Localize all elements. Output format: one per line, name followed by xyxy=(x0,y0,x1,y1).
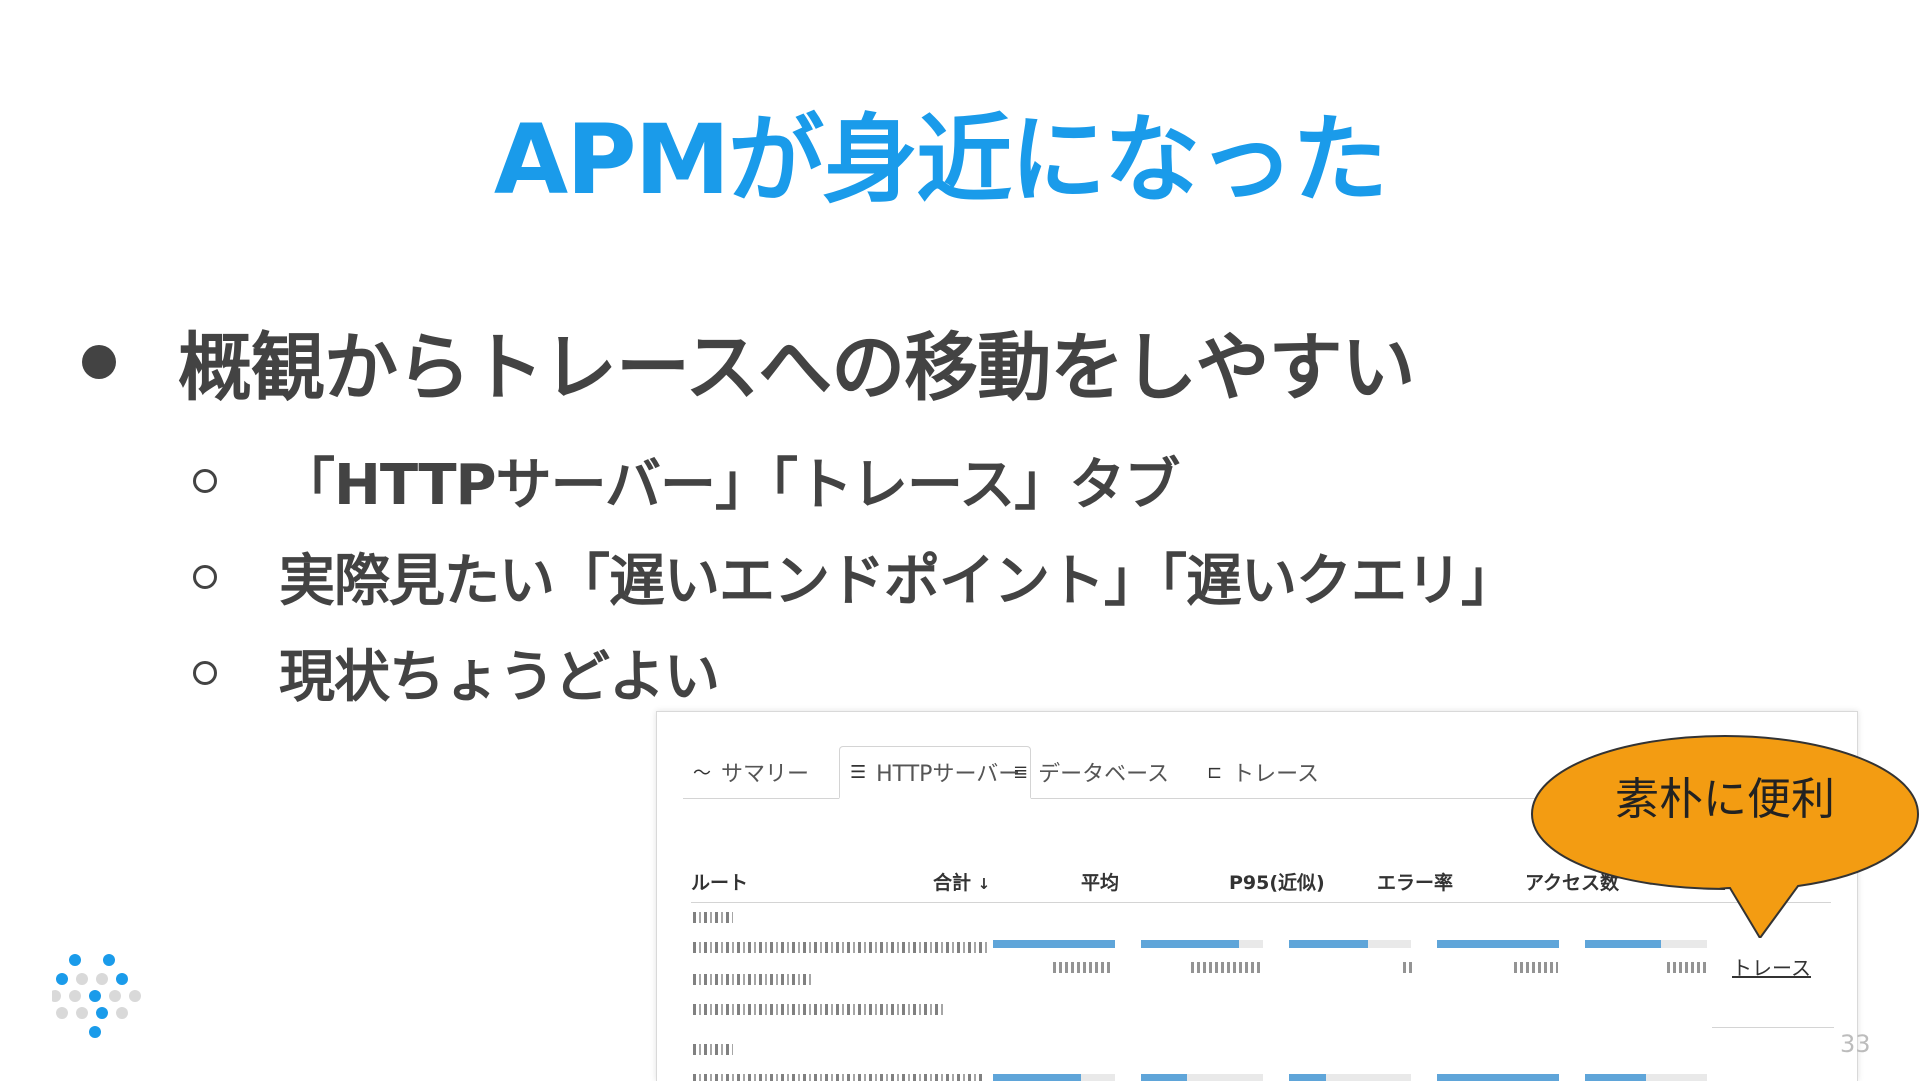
redacted-number xyxy=(1514,962,1558,973)
bar-fill xyxy=(1437,940,1559,948)
bar-fill xyxy=(1289,940,1369,948)
bullet-dot-icon xyxy=(82,344,116,379)
database-icon: ≣ xyxy=(1013,761,1029,783)
col-header-total-label: 合計 xyxy=(933,872,972,894)
callout-bubble xyxy=(1530,734,1920,938)
page-number: 33 xyxy=(1840,1030,1871,1058)
bar-fill xyxy=(993,940,1115,948)
tab-trace[interactable]: ⊏ トレース xyxy=(1197,746,1329,798)
col-header-total[interactable]: 合計 ↓ xyxy=(933,868,990,895)
trace-link[interactable]: トレース xyxy=(1732,952,1811,981)
redacted-number xyxy=(1403,962,1413,973)
sub-bullet-circle-icon xyxy=(193,468,217,493)
callout-text: 素朴に便利 xyxy=(1615,774,1835,825)
sub-bullet-text: 現状ちょうどよい xyxy=(279,645,720,710)
row-divider xyxy=(1712,1027,1834,1028)
redacted-text xyxy=(693,942,988,953)
bar-avg xyxy=(1141,940,1263,948)
sub-bullet-1: 「HTTPサーバー」「トレース」タブ xyxy=(193,440,1180,521)
tab-label: トレース xyxy=(1232,762,1319,787)
tab-label: サマリー xyxy=(721,762,810,787)
sub-bullet-circle-icon xyxy=(193,564,217,589)
bar-p95 xyxy=(1289,940,1411,948)
bar-fill xyxy=(1141,940,1239,948)
col-header-error-rate[interactable]: エラー率 xyxy=(1377,868,1453,895)
bar-fill xyxy=(1585,940,1661,948)
sub-bullet-circle-icon xyxy=(193,660,217,685)
bar-access-count xyxy=(1585,940,1707,948)
redacted-text xyxy=(693,912,733,923)
col-header-p95[interactable]: P95(近似) xyxy=(1229,868,1325,895)
bar-total xyxy=(993,940,1115,948)
redacted-text xyxy=(693,1044,733,1055)
bar-error-rate xyxy=(1437,940,1559,948)
server-icon: ☰ xyxy=(850,761,867,783)
trace-icon: ⊏ xyxy=(1207,761,1223,783)
redacted-text xyxy=(693,974,811,985)
logo-dots-icon xyxy=(52,954,141,1038)
tab-label: HTTPサーバー xyxy=(876,762,1021,787)
main-bullet-text: 概観からトレースへの移動をしやすい xyxy=(178,325,1416,411)
redacted-text xyxy=(693,1004,943,1015)
redacted-number xyxy=(1053,962,1113,973)
sub-bullet-text: 実際見たい「遅いエンドポイント」「遅いクエリ」 xyxy=(279,549,1517,614)
sort-down-icon: ↓ xyxy=(977,875,991,893)
tab-label: データベース xyxy=(1038,762,1169,787)
sub-bullet-2: 実際見たい「遅いエンドポイント」「遅いクエリ」 xyxy=(193,536,1517,617)
chart-line-icon: 〜 xyxy=(693,763,711,784)
redacted-number xyxy=(1667,962,1707,973)
slide-title: APMが身近になった xyxy=(493,104,1388,216)
tab-summary[interactable]: 〜 サマリー xyxy=(683,746,819,798)
sub-bullet-3: 現状ちょうどよい xyxy=(193,632,720,713)
sub-bullet-text: 「HTTPサーバー」「トレース」タブ xyxy=(279,453,1180,518)
tab-database[interactable]: ≣ データベース xyxy=(1003,746,1179,798)
redacted-number xyxy=(1191,962,1263,973)
col-header-route[interactable]: ルート xyxy=(691,868,748,895)
col-header-avg[interactable]: 平均 xyxy=(1081,868,1119,895)
main-bullet: 概観からトレースへの移動をしやすい xyxy=(82,308,1416,415)
